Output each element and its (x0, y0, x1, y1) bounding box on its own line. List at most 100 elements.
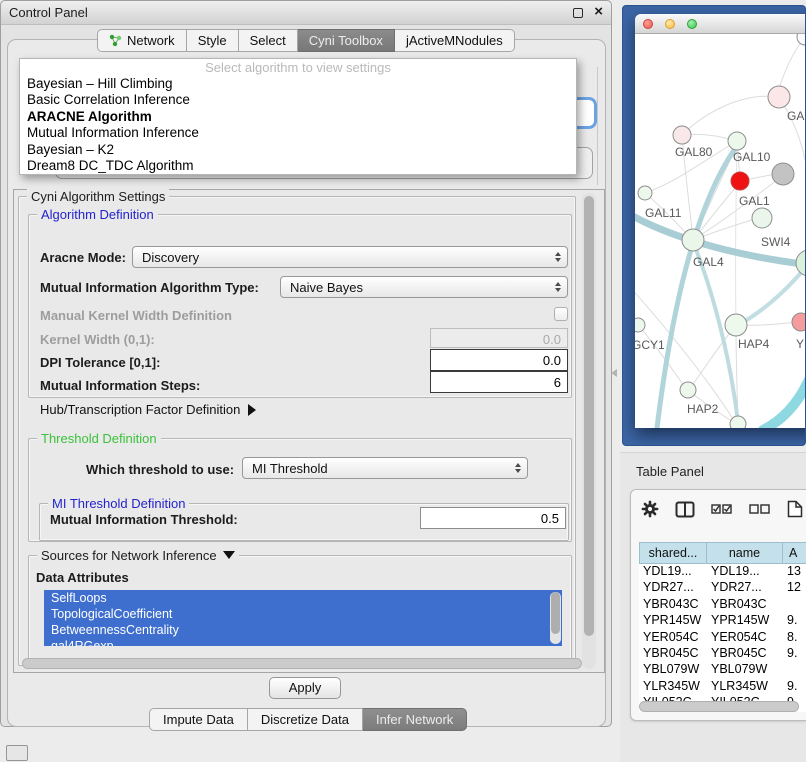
attribute-item-gal4rgexp[interactable]: gal4RGexp (44, 638, 562, 646)
gear-icon[interactable] (641, 500, 659, 518)
hub-definition-toggle[interactable]: Hub/Transcription Factor Definition (40, 402, 256, 417)
manual-kernel-checkbox[interactable] (554, 307, 568, 321)
network-edge[interactable] (657, 146, 737, 428)
attribute-item-betweennesscentrality[interactable]: BetweennessCentrality (44, 622, 562, 638)
close-traffic-light-icon[interactable] (643, 19, 653, 29)
algorithm-list: Bayesian – Hill ClimbingBasic Correlatio… (20, 76, 576, 174)
data-attributes-list: SelfLoopsTopologicalCoefficientBetweenne… (44, 590, 562, 646)
mi-threshold-label: Mutual Information Threshold: (50, 512, 238, 527)
tab-network[interactable]: Network (97, 29, 187, 52)
page-icon[interactable] (787, 500, 803, 518)
table-row[interactable]: YDR27...YDR27...12 (639, 580, 806, 596)
algorithm-dropdown-popup: Select algorithm to view settings Bayesi… (19, 58, 577, 175)
settings-vertical-scrollbar[interactable] (582, 193, 596, 669)
splitter-collapse-icon[interactable] (611, 369, 617, 377)
column-header-shared[interactable]: shared... (639, 542, 707, 564)
mi-steps-field[interactable]: 6 (430, 371, 568, 393)
combo-arrows-icon (549, 282, 567, 292)
mi-threshold-field[interactable]: 0.5 (420, 507, 566, 529)
table-row[interactable]: YER054CYER054C8. (639, 630, 806, 646)
tab-style[interactable]: Style (187, 29, 239, 52)
network-node-swi4[interactable] (796, 250, 806, 276)
close-icon[interactable]: × (594, 3, 603, 20)
table-body: YDL19...YDL19...13YDR27...YDR27...12YBR0… (639, 564, 806, 712)
which-threshold-select[interactable]: MI Threshold (242, 457, 528, 479)
algorithm-option-bayesian-hill-climbing[interactable]: Bayesian – Hill Climbing (20, 76, 576, 92)
columns-icon[interactable] (675, 501, 695, 518)
table-cell: 9. (783, 646, 806, 662)
table-cell: YLR345W (707, 679, 783, 695)
table-row[interactable]: YDL19...YDL19...13 (639, 564, 806, 580)
table-cell (783, 597, 806, 613)
combo-arrows-icon (509, 463, 527, 473)
network-edge[interactable] (635, 286, 735, 422)
algorithm-option-dream8-dc-tdc-algorithm[interactable]: Dream8 DC_TDC Algorithm (20, 158, 576, 174)
attributes-scrollbar-thumb[interactable] (551, 592, 560, 634)
table-cell: YBL079W (639, 662, 707, 678)
table-horizontal-scrollbar[interactable] (639, 701, 799, 712)
network-node-hap2[interactable] (680, 382, 696, 398)
settings-horizontal-scrollbar[interactable] (22, 658, 582, 669)
attributes-scrollbar[interactable] (550, 592, 561, 644)
aracne-mode-label: Aracne Mode: (40, 250, 126, 265)
kernel-width-field[interactable]: 0.0 (430, 328, 568, 348)
table-cell: YPR145W (707, 613, 783, 629)
network-node-gal-partial[interactable] (768, 86, 790, 108)
network-window-titlebar[interactable] (635, 14, 806, 34)
attribute-item-selfloops[interactable]: SelfLoops (44, 590, 562, 606)
attribute-item-topologicalcoefficient[interactable]: TopologicalCoefficient (44, 606, 562, 622)
minimize-traffic-light-icon[interactable] (665, 19, 675, 29)
table-cell: YDL19... (707, 564, 783, 580)
table-row[interactable]: YBL079WYBL079W (639, 662, 806, 678)
control-panel-titlebar[interactable]: Control Panel × (1, 1, 611, 25)
network-view-frame: GALGAL80GAL10GAL1GAL11GAL4SWI4GCY1HAP4YH… (622, 5, 806, 446)
algorithm-option-mutual-information-inference[interactable]: Mutual Information Inference (20, 125, 576, 141)
network-edge[interactable] (682, 96, 779, 135)
table-row[interactable]: YBR043CYBR043C (639, 597, 806, 613)
network-node-gal10[interactable] (728, 132, 746, 150)
node-label-gcy1: GCY1 (635, 338, 665, 352)
network-node-gal4[interactable] (682, 229, 704, 251)
select-all-icon[interactable] (711, 503, 733, 515)
network-node-red-node[interactable] (731, 172, 749, 190)
sources-group-title[interactable]: Sources for Network Inference (37, 548, 239, 563)
network-node-gcy1[interactable] (635, 318, 645, 332)
tab-discretize-data[interactable]: Discretize Data (248, 708, 363, 731)
tab-jactivemnodules[interactable]: jActiveMNodules (395, 29, 515, 52)
panel-float-button[interactable] (6, 745, 28, 761)
tab-infer-network[interactable]: Infer Network (363, 708, 467, 731)
network-window[interactable]: GALGAL80GAL10GAL1GAL11GAL4SWI4GCY1HAP4YH… (635, 14, 806, 428)
network-node-unlabeled-top[interactable] (797, 34, 806, 45)
apply-button[interactable]: Apply (269, 677, 341, 699)
table-row[interactable]: YBR045CYBR045C9. (639, 646, 806, 662)
mi-type-select[interactable]: Naive Bayes (280, 276, 568, 298)
settings-scrollbar-thumb[interactable] (584, 196, 594, 636)
network-node-gray-node[interactable] (772, 163, 794, 185)
tab-label: Select (250, 33, 286, 48)
table-row[interactable]: YPR145WYPR145W9. (639, 613, 806, 629)
algorithm-option-aracne-algorithm[interactable]: ARACNE Algorithm (20, 109, 576, 125)
zoom-traffic-light-icon[interactable] (687, 19, 697, 29)
network-node-gal1[interactable] (752, 208, 772, 228)
algorithm-option-basic-correlation-inference[interactable]: Basic Correlation Inference (20, 92, 576, 108)
network-node-unlabeled-bottom[interactable] (730, 416, 746, 428)
algorithm-option-bayesian-k2[interactable]: Bayesian – K2 (20, 142, 576, 158)
tab-select[interactable]: Select (239, 29, 298, 52)
table-row[interactable]: YLR345WYLR345W9. (639, 679, 806, 695)
deselect-all-icon[interactable] (749, 503, 771, 515)
aracne-mode-select[interactable]: Discovery (132, 246, 568, 268)
which-threshold-value: MI Threshold (243, 461, 509, 476)
network-canvas[interactable]: GALGAL80GAL10GAL1GAL11GAL4SWI4GCY1HAP4YH… (635, 34, 806, 428)
dpi-tolerance-field[interactable]: 0.0 (430, 349, 568, 371)
network-node-hap4[interactable] (725, 314, 747, 336)
network-node-gal11[interactable] (638, 186, 652, 200)
float-window-icon[interactable] (573, 8, 583, 18)
column-header-a[interactable]: A (783, 542, 806, 564)
column-header-name[interactable]: name (707, 542, 783, 564)
network-edge[interactable] (763, 370, 806, 428)
network-node-gal80[interactable] (673, 126, 691, 144)
network-node-salmon-node[interactable] (792, 313, 806, 331)
tab-cyni-toolbox[interactable]: Cyni Toolbox (298, 29, 395, 52)
table-cell: YDL19... (639, 564, 707, 580)
tab-impute-data[interactable]: Impute Data (149, 708, 248, 731)
